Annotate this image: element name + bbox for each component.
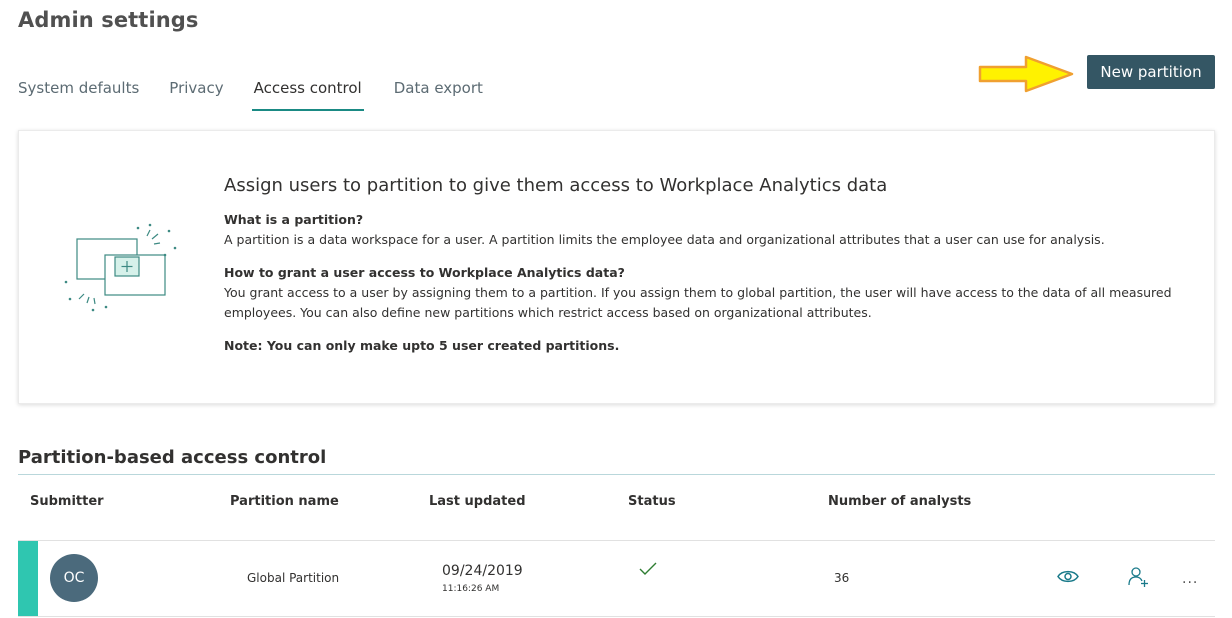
add-user-icon[interactable] [1128, 566, 1150, 588]
arrow-annotation-icon [978, 55, 1074, 93]
table-row-divider [18, 616, 1215, 617]
partition-name-cell: Global Partition [247, 571, 340, 585]
tab-access-control[interactable]: Access control [251, 78, 364, 111]
answer-what-is-partition: A partition is a data workspace for a us… [224, 232, 1105, 247]
table-header: Submitter Partition name Last updated St… [18, 494, 1215, 516]
section-divider [18, 474, 1215, 475]
tab-data-export[interactable]: Data export [394, 78, 483, 111]
info-card: Assign users to partition to give them a… [18, 130, 1215, 404]
column-header-number-of-analysts[interactable]: Number of analysts [828, 494, 971, 509]
view-icon[interactable] [1057, 569, 1079, 584]
table-row[interactable]: OC Global Partition 09/24/2019 11:16:26 … [18, 541, 1215, 616]
checkmark-icon [639, 562, 657, 575]
more-options-icon[interactable]: ... [1182, 571, 1198, 587]
column-header-partition-name[interactable]: Partition name [230, 494, 339, 509]
column-header-submitter[interactable]: Submitter [30, 494, 104, 509]
last-updated-time: 11:16:26 AM [442, 584, 500, 594]
info-card-body: Assign users to partition to give them a… [224, 175, 1194, 356]
settings-tabs: System defaults Privacy Access control D… [18, 78, 513, 112]
partition-illustration-icon [64, 223, 177, 312]
tab-privacy[interactable]: Privacy [169, 78, 223, 111]
answer-grant-access: You grant access to a user by assigning … [224, 284, 1172, 321]
question-what-is-partition: What is a partition? [224, 212, 364, 227]
page-title: Admin settings [18, 8, 199, 32]
row-accent-bar [18, 541, 38, 616]
section-title: Partition-based access control [18, 447, 327, 468]
avatar: OC [50, 554, 98, 602]
analysts-count-cell: 36 [834, 571, 850, 585]
tab-system-defaults[interactable]: System defaults [18, 78, 139, 111]
new-partition-button[interactable]: New partition [1087, 55, 1215, 89]
info-card-heading: Assign users to partition to give them a… [224, 175, 888, 196]
question-grant-access: How to grant a user access to Workplace … [224, 264, 625, 280]
column-header-status[interactable]: Status [628, 494, 676, 509]
partition-limit-note: Note: You can only make upto 5 user crea… [224, 337, 620, 353]
column-header-last-updated[interactable]: Last updated [429, 494, 526, 509]
last-updated-date: 09/24/2019 [442, 563, 523, 579]
